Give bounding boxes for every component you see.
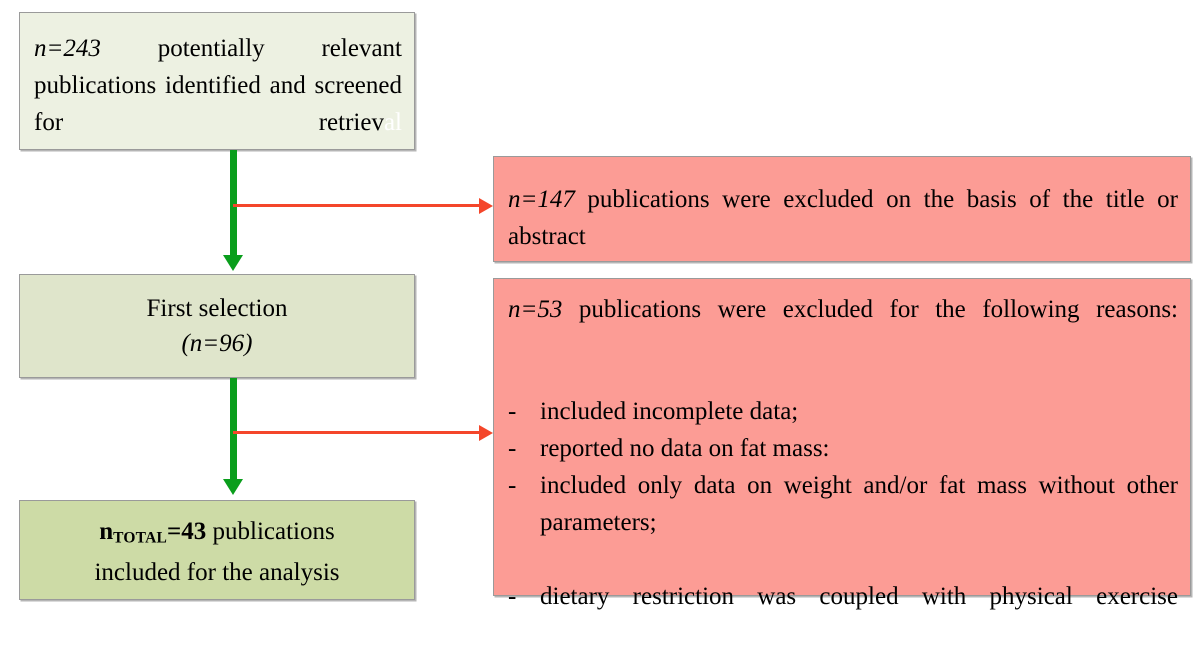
list-item: - included only data on weight and/or fa… [508, 467, 1178, 578]
screened-n-label: n=243 [34, 35, 101, 62]
box-first-selection: First selection (n=96) [19, 274, 415, 378]
excluded-reasons-n-label: n=53 [508, 296, 563, 323]
reason-bullet-marker: - [508, 583, 517, 610]
connector-to-excluded-reasons-arrowhead [479, 425, 493, 441]
connector-to-excluded-reasons-line [233, 431, 481, 434]
reason-text: included incomplete data; [540, 398, 799, 425]
first-selection-count: (n=96) [181, 330, 253, 357]
first-selection-line-1: First selection [146, 295, 288, 322]
screened-text-ghost-tail: al [383, 109, 402, 136]
reason-text: included only data on weight and/or fat … [540, 472, 1178, 536]
list-item: - included incomplete data; [508, 393, 1178, 430]
total-n-prefix: n [99, 518, 114, 545]
box-excluded-title-abstract: n=147 publications were excluded on the … [493, 156, 1191, 262]
list-item: - dietary restriction was coupled with p… [508, 578, 1178, 652]
box-screened-text: n=243 potentially relevant publications … [34, 30, 402, 178]
reason-bullet-marker: - [508, 435, 517, 462]
box-excluded-title-text: n=147 publications were excluded on the … [508, 181, 1178, 292]
total-included-line-1: nTOTAL=43 publications [30, 514, 404, 555]
excluded-reasons-list: - included incomplete data; - reported n… [508, 393, 1178, 652]
flow-diagram-canvas: n=243 potentially relevant publications … [0, 0, 1200, 636]
total-line-1-rest: publications [206, 518, 335, 545]
box-total-included-text: nTOTAL=43 publications included for the … [30, 514, 404, 590]
connector-first-selection-to-total-arrowhead [223, 479, 243, 495]
box-total-included: nTOTAL=43 publications included for the … [19, 500, 415, 600]
connector-screened-to-first-selection-arrowhead [223, 255, 243, 271]
total-n-value: =43 [167, 518, 207, 545]
reason-text: reported no data on fat mass: [540, 435, 830, 462]
box-first-selection-text: First selection (n=96) [30, 291, 404, 361]
reason-bullet-marker: - [508, 398, 517, 425]
excluded-reasons-rest: publications were excluded for the follo… [562, 296, 1178, 323]
connector-to-excluded-title-line [233, 204, 481, 207]
excluded-title-n-label: n=147 [508, 186, 575, 213]
total-n-subscript: TOTAL [113, 529, 168, 547]
excluded-title-rest: publications were excluded on the basis … [508, 186, 1178, 250]
reason-text: dietary restriction was coupled with phy… [540, 583, 1178, 610]
connector-to-excluded-title-arrowhead [479, 198, 493, 214]
total-included-line-2: included for the analysis [94, 559, 340, 587]
list-item: - reported no data on fat mass: [508, 430, 1178, 467]
box-screened-publications: n=243 potentially relevant publications … [19, 12, 415, 150]
box-excluded-reasons-heading: n=53 publications were excluded for the … [508, 291, 1178, 365]
reason-bullet-marker: - [508, 472, 517, 499]
box-excluded-reasons: n=53 publications were excluded for the … [493, 278, 1191, 610]
connector-first-selection-to-total-line [230, 378, 237, 482]
